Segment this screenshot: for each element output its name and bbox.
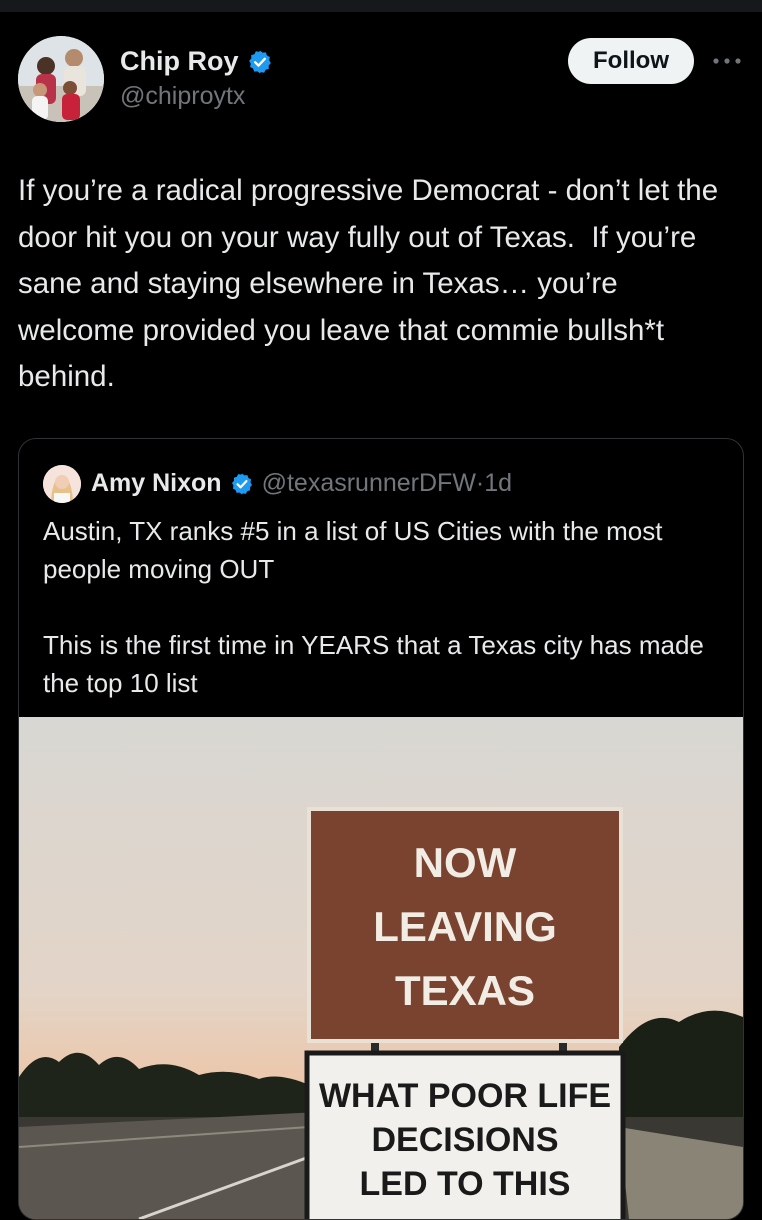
more-horizontal-icon[interactable] bbox=[712, 56, 742, 66]
time-separator: · bbox=[475, 469, 485, 497]
author-handle[interactable]: @chiproytx bbox=[120, 82, 245, 111]
author-name-row: Chip Roy bbox=[120, 46, 273, 77]
verified-badge-icon bbox=[248, 50, 271, 73]
sign-text-line-1: NOW bbox=[414, 839, 517, 886]
author-name[interactable]: Chip Roy bbox=[120, 46, 239, 77]
follow-button[interactable]: Follow bbox=[568, 38, 694, 84]
quoted-tweet-image[interactable]: NOW LEAVING TEXAS WHAT POOR LIFE DECISIO… bbox=[19, 717, 743, 1219]
quoted-author-avatar[interactable] bbox=[43, 465, 81, 503]
sign-text-line-4: WHAT POOR LIFE bbox=[319, 1077, 611, 1115]
quoted-tweet-text: Austin, TX ranks #5 in a list of US Citi… bbox=[43, 516, 704, 698]
tweet-text: If you’re a radical progressive Democrat… bbox=[18, 174, 727, 393]
sign-text-line-3: TEXAS bbox=[395, 967, 535, 1014]
sign-text-line-6: LED TO THIS bbox=[360, 1165, 571, 1203]
quoted-author-name[interactable]: Amy Nixon bbox=[91, 469, 222, 498]
verified-badge-icon bbox=[231, 473, 252, 494]
author-avatar[interactable] bbox=[18, 36, 104, 122]
sign-text-line-2: LEAVING bbox=[373, 903, 557, 950]
quoted-tweet-time[interactable]: 1d bbox=[484, 469, 512, 498]
quoted-author-handle[interactable]: @texasrunnerDFW bbox=[262, 469, 476, 498]
sign-text-line-5: DECISIONS bbox=[371, 1121, 558, 1159]
top-bar bbox=[0, 0, 762, 12]
quoted-author-row: Amy Nixon @texasrunnerDFW · 1d bbox=[91, 469, 512, 498]
quoted-tweet-card[interactable]: Amy Nixon @texasrunnerDFW · 1d Austin, T… bbox=[18, 438, 744, 1220]
